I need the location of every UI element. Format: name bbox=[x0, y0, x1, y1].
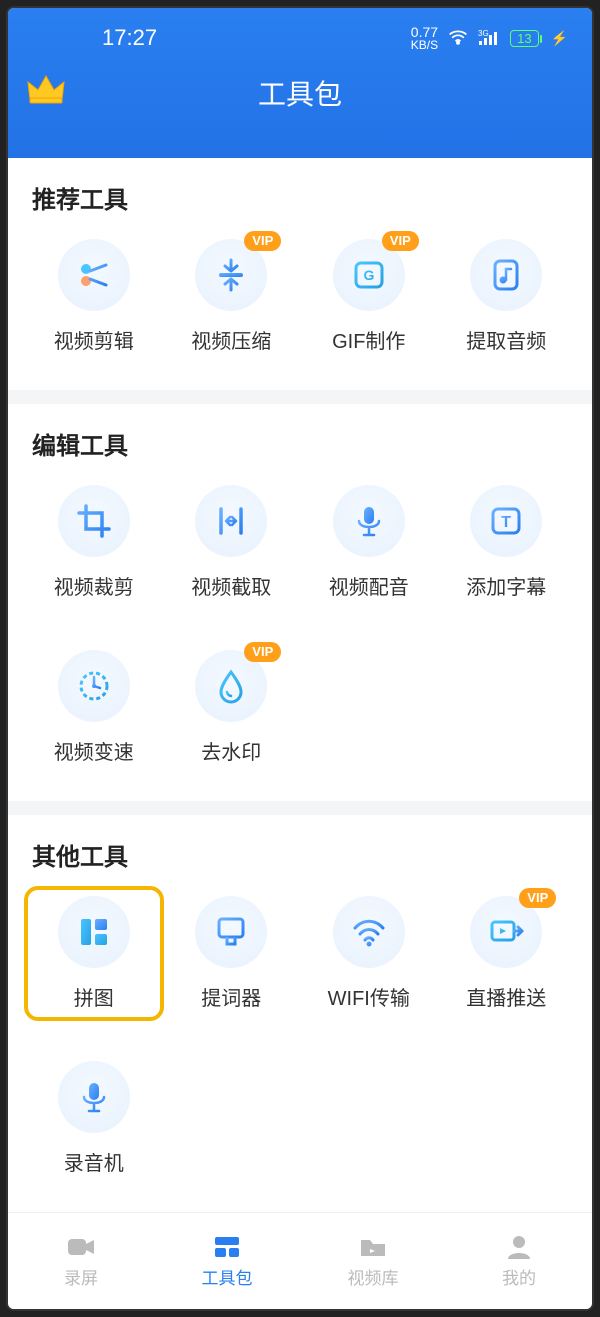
tool-label: 去水印 bbox=[201, 736, 261, 765]
tool-label: 录音机 bbox=[64, 1147, 124, 1176]
tool-wifi-transfer[interactable]: WIFI传输 bbox=[303, 890, 435, 1017]
section-title: 推荐工具 bbox=[32, 180, 572, 215]
vip-badge: VIP bbox=[519, 888, 556, 908]
tool-teleprompter[interactable]: 提词器 bbox=[166, 890, 298, 1017]
capture-icon bbox=[195, 485, 267, 557]
section-2: 其他工具拼图 提词器 WIFI传输 VIP 直播推送录音机 bbox=[8, 815, 592, 1212]
nav-record[interactable]: 录屏 bbox=[8, 1213, 154, 1309]
nav-toolkit[interactable]: 工具包 bbox=[154, 1213, 300, 1309]
section-title: 编辑工具 bbox=[32, 426, 572, 461]
tool-grid: 拼图 提词器 WIFI传输 VIP 直播推送录音机 bbox=[28, 890, 572, 1182]
toolkit-icon bbox=[212, 1234, 242, 1260]
wifi-icon bbox=[333, 896, 405, 968]
tool-sections: 推荐工具视频剪辑VIP视频压缩VIPGIF制作提取音频编辑工具视频裁剪视频截取视… bbox=[8, 158, 592, 1212]
tool-label: 视频截取 bbox=[191, 571, 271, 600]
tool-label: 直播推送 bbox=[466, 982, 546, 1011]
vip-badge: VIP bbox=[382, 231, 419, 251]
crop-icon bbox=[58, 485, 130, 557]
tool-label: 视频压缩 bbox=[191, 325, 271, 354]
collage-icon bbox=[58, 896, 130, 968]
tool-label: WIFI传输 bbox=[328, 982, 410, 1011]
section-1: 编辑工具视频裁剪 视频截取 视频配音 添加字幕视频变速 VIP 去水印 bbox=[8, 404, 592, 815]
text-box-icon bbox=[470, 485, 542, 557]
charging-icon: ⚡ bbox=[551, 30, 568, 47]
tool-add-subtitle[interactable]: 添加字幕 bbox=[441, 479, 573, 606]
app-header: 17:27 0.77 KB/S 3G bbox=[8, 8, 592, 158]
tool-label: 提取音频 bbox=[466, 325, 546, 354]
tool-recorder[interactable]: 录音机 bbox=[28, 1055, 160, 1182]
status-bar: 17:27 0.77 KB/S 3G bbox=[8, 18, 592, 58]
section-title: 其他工具 bbox=[32, 837, 572, 872]
tool-video-speed[interactable]: 视频变速 bbox=[28, 644, 160, 771]
tool-puzzle[interactable]: 拼图 bbox=[28, 890, 160, 1017]
signal-icon: 3G bbox=[478, 29, 500, 48]
nav-label: 我的 bbox=[502, 1264, 536, 1289]
bottom-nav: 录屏 工具包 视频库 我的 bbox=[8, 1212, 592, 1309]
music-file-icon bbox=[470, 239, 542, 311]
nav-mine[interactable]: 我的 bbox=[446, 1213, 592, 1309]
vip-badge: VIP bbox=[244, 642, 281, 662]
tool-video-compress[interactable]: VIP 视频压缩 bbox=[166, 233, 298, 360]
tool-video-dub[interactable]: 视频配音 bbox=[303, 479, 435, 606]
wifi-icon bbox=[448, 29, 468, 48]
nav-label: 工具包 bbox=[202, 1264, 253, 1289]
tool-video-capture[interactable]: 视频截取 bbox=[166, 479, 298, 606]
camera-icon bbox=[66, 1234, 96, 1260]
droplet-icon: VIP bbox=[195, 650, 267, 722]
tool-label: 添加字幕 bbox=[466, 571, 546, 600]
tool-label: 提词器 bbox=[201, 982, 261, 1011]
mic-icon bbox=[58, 1061, 130, 1133]
battery-indicator: 13 bbox=[510, 30, 538, 47]
tool-label: 拼图 bbox=[74, 982, 114, 1011]
tool-label: GIF制作 bbox=[332, 325, 405, 354]
tool-extract-audio[interactable]: 提取音频 bbox=[441, 233, 573, 360]
network-speed: 0.77 KB/S bbox=[411, 25, 438, 51]
vip-badge: VIP bbox=[244, 231, 281, 251]
tool-label: 视频裁剪 bbox=[54, 571, 134, 600]
person-icon bbox=[504, 1234, 534, 1260]
crown-icon[interactable] bbox=[26, 72, 66, 112]
svg-text:3G: 3G bbox=[478, 29, 489, 38]
tool-gif-make[interactable]: VIP GIF制作 bbox=[303, 233, 435, 360]
nav-label: 录屏 bbox=[64, 1264, 98, 1289]
status-time: 17:27 bbox=[102, 25, 157, 51]
page-title: 工具包 bbox=[258, 73, 342, 113]
tool-video-edit[interactable]: 视频剪辑 bbox=[28, 233, 160, 360]
speed-icon bbox=[58, 650, 130, 722]
tool-grid: 视频剪辑 VIP 视频压缩 VIP GIF制作 提取音频 bbox=[28, 233, 572, 360]
nav-library[interactable]: 视频库 bbox=[300, 1213, 446, 1309]
tool-label: 视频剪辑 bbox=[54, 325, 134, 354]
folder-icon bbox=[358, 1234, 388, 1260]
teleprompter-icon bbox=[195, 896, 267, 968]
live-push-icon: VIP bbox=[470, 896, 542, 968]
tool-remove-watermark[interactable]: VIP 去水印 bbox=[166, 644, 298, 771]
status-indicators: 0.77 KB/S 3G 13 bbox=[411, 25, 568, 51]
section-0: 推荐工具视频剪辑 VIP 视频压缩 VIP GIF制作 提取音频 bbox=[8, 158, 592, 404]
tool-live-push[interactable]: VIP 直播推送 bbox=[441, 890, 573, 1017]
scissors-icon bbox=[58, 239, 130, 311]
gif-icon: VIP bbox=[333, 239, 405, 311]
compress-icon: VIP bbox=[195, 239, 267, 311]
tool-video-crop[interactable]: 视频裁剪 bbox=[28, 479, 160, 606]
mic-icon bbox=[333, 485, 405, 557]
tool-grid: 视频裁剪 视频截取 视频配音 添加字幕视频变速 VIP 去水印 bbox=[28, 479, 572, 771]
nav-label: 视频库 bbox=[348, 1264, 399, 1289]
tool-label: 视频配音 bbox=[329, 571, 409, 600]
tool-label: 视频变速 bbox=[54, 736, 134, 765]
